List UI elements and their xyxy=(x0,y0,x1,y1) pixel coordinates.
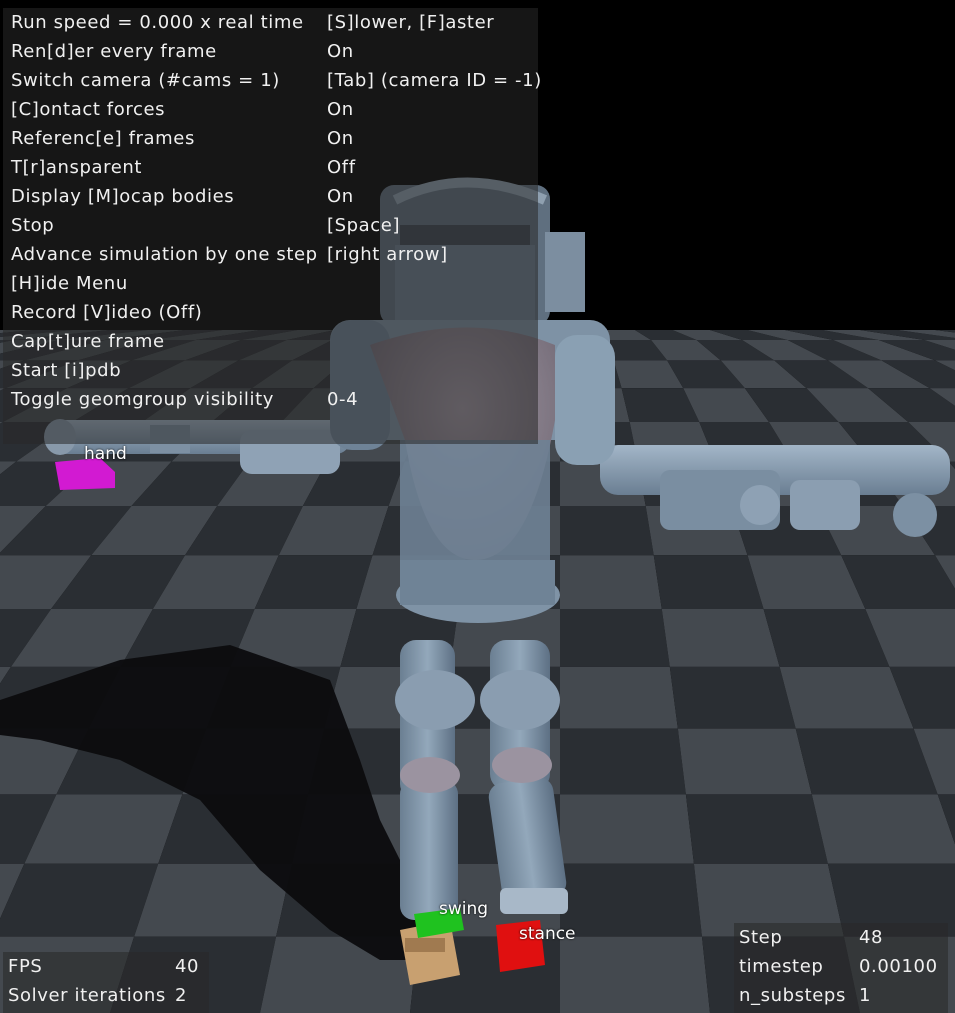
menu-panel: Run speed = 0.000 x real time [S]lower, [… xyxy=(3,8,541,444)
floor-tile xyxy=(811,794,955,864)
menu-item-value: On xyxy=(327,186,354,207)
menu-item-label: Display [M]ocap bodies xyxy=(11,186,235,207)
stance-label: stance xyxy=(519,924,576,944)
floor-tile xyxy=(677,728,812,795)
menu-item-label: Record [V]ideo (Off) xyxy=(11,302,203,323)
menu-item-label: Switch camera (#cams = 1) xyxy=(11,70,280,91)
floor-tile xyxy=(560,794,694,864)
menu-item-label: [C]ontact forces xyxy=(11,99,166,120)
floor-tile xyxy=(669,666,796,729)
floor-tile xyxy=(560,863,702,937)
stat-solver-label: Solver iterations xyxy=(8,985,166,1006)
menu-item-label: Run speed = 0.000 x real time xyxy=(11,12,304,33)
menu-item-value: [Tab] (camera ID = -1) xyxy=(327,70,542,91)
menu-item-value: [S]lower, [F]aster xyxy=(327,12,495,33)
floor-tile xyxy=(661,608,780,667)
menu-item-label: Referenc[e] frames xyxy=(11,128,195,149)
stats-panel-right: Step 48 timestep 0.00100 n_substeps 1 xyxy=(734,923,948,1013)
hand-label: hand xyxy=(84,444,127,464)
menu-item-label: Ren[d]er every frame xyxy=(11,41,217,62)
stat-fps-value: 40 xyxy=(175,956,200,977)
menu-item-label: Advance simulation by one step xyxy=(11,244,318,265)
menu-item-value: [right arrow] xyxy=(327,244,448,265)
stat-timestep-value: 0.00100 xyxy=(859,956,938,977)
stat-step-label: Step xyxy=(739,927,783,948)
stats-panel-left: FPS 40 Solver iterations 2 xyxy=(3,952,209,1013)
menu-item-value: [Space] xyxy=(327,215,401,236)
floor-tile xyxy=(560,666,678,729)
menu-item-value: On xyxy=(327,128,354,149)
menu-item-label: [H]ide Menu xyxy=(11,273,128,294)
menu-item-value: 0-4 xyxy=(327,389,359,410)
menu-item-label: T[r]ansparent xyxy=(11,157,143,178)
stat-timestep-label: timestep xyxy=(739,956,824,977)
floor-tile xyxy=(685,794,828,864)
menu-item-label: Toggle geomgroup visibility xyxy=(11,389,275,410)
menu-item-label: Start [i]pdb xyxy=(11,360,122,381)
stat-step-value: 48 xyxy=(859,927,884,948)
stat-solver-value: 2 xyxy=(175,985,188,1006)
floor-tile xyxy=(560,506,654,556)
menu-item-value: On xyxy=(327,41,354,62)
floor-tile xyxy=(795,728,938,795)
floor-tile xyxy=(560,936,710,1013)
floor-tile xyxy=(653,555,764,609)
floor-tile xyxy=(0,863,159,937)
menu-item-value: On xyxy=(327,99,354,120)
menu-item-label: Cap[t]ure frame xyxy=(11,331,165,352)
menu-item-label: Stop xyxy=(11,215,55,236)
stat-substeps-value: 1 xyxy=(859,985,872,1006)
floor-tile xyxy=(560,728,686,795)
menu-item-value: Off xyxy=(327,157,356,178)
stat-substeps-label: n_substeps xyxy=(739,985,846,1006)
swing-label: swing xyxy=(439,899,489,919)
stat-fps-label: FPS xyxy=(8,956,43,977)
floor-tile xyxy=(560,555,662,609)
floor-tile xyxy=(560,608,670,667)
